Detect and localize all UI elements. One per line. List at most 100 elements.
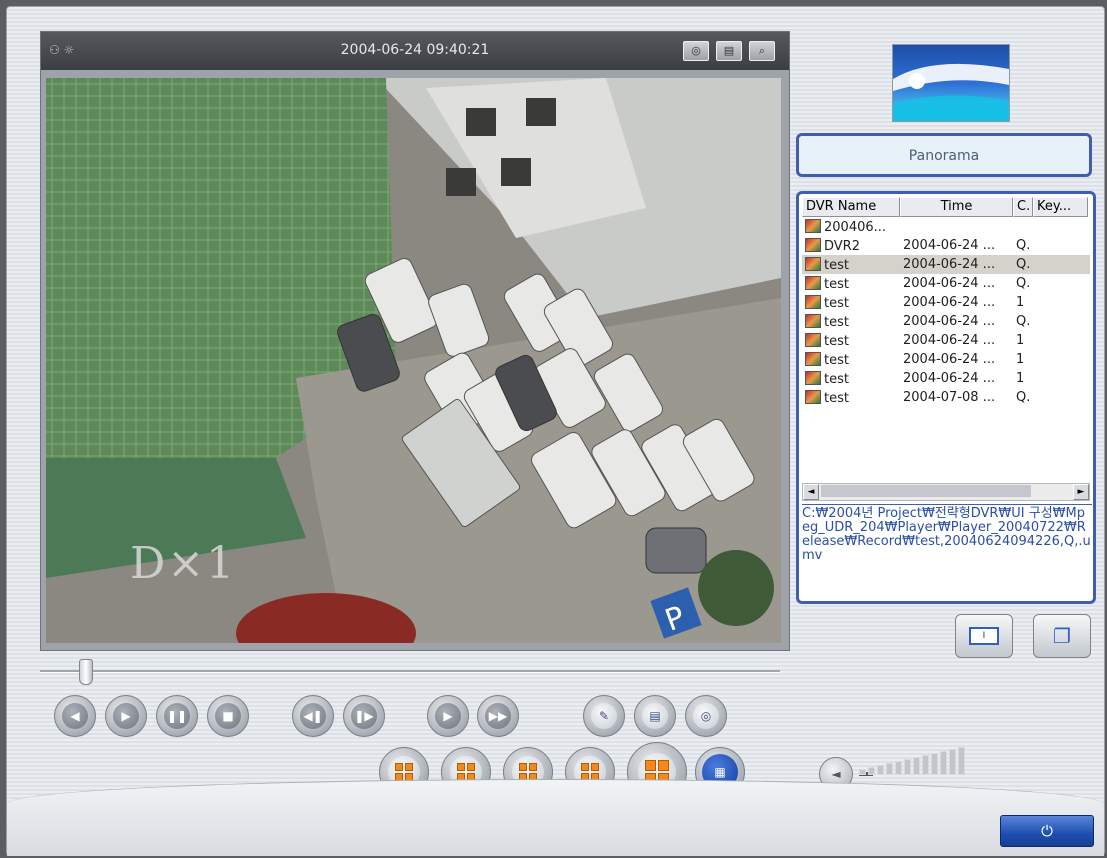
list-item-name: DVR2 <box>802 237 900 254</box>
list-item-name: test <box>802 313 900 330</box>
file-path: C:₩2004년 Project₩전략형DVR₩UI 구성₩Mpeg_UDR_2… <box>802 504 1092 563</box>
video-frame[interactable]: P D×1 <box>46 78 781 643</box>
recording-list[interactable]: DVR Name Time C. Key... 200406... DVR2 200… <box>802 197 1090 497</box>
list-item-channel: Q. <box>1016 390 1031 405</box>
list-item-channel: Q. <box>1016 238 1031 253</box>
list-item-channel: Q. <box>1016 314 1031 329</box>
list-item-channel: 1 <box>1016 333 1025 348</box>
list-item[interactable]: test 2004-06-24 ... Q. <box>802 255 1090 274</box>
logo-graphic <box>893 63 1009 121</box>
list-item-time: 2004-06-24 ... <box>903 238 996 253</box>
list-item-time: 2004-06-24 ... <box>903 257 996 272</box>
list-item[interactable]: test 2004-06-24 ... 1 <box>802 350 1090 369</box>
stop-button[interactable]: ■ <box>207 695 249 737</box>
list-item-name-text: test <box>824 257 849 273</box>
list-item-name: test <box>802 370 900 387</box>
print-button[interactable]: ▤ <box>634 695 676 737</box>
multi-window-button[interactable]: ❐ <box>1033 614 1091 658</box>
slow-play-button[interactable]: ▶ <box>427 695 469 737</box>
list-item-channel: 1 <box>1016 352 1025 367</box>
column-c[interactable]: C. <box>1013 197 1033 217</box>
list-horizontal-scrollbar[interactable]: ◄ ► <box>802 483 1090 501</box>
speaker-icon: ◄ <box>831 767 841 781</box>
recording-icon <box>805 237 821 252</box>
list-item[interactable]: test 2004-06-24 ... Q. <box>802 274 1090 293</box>
list-item[interactable]: test 2004-06-24 ... 1 <box>802 293 1090 312</box>
slow-play-icon: ▶ <box>435 703 461 729</box>
backup-button[interactable]: ✎ <box>583 695 625 737</box>
list-item[interactable]: DVR2 2004-06-24 ... Q. <box>802 236 1090 255</box>
video-title-bar: ⚇ ☼ 2004-06-24 09:40:21 ◎ ▤ ⌕ <box>41 32 789 70</box>
logo <box>892 44 1010 122</box>
fast-play-icon: ▶▶ <box>485 703 511 729</box>
list-item-channel: 1 <box>1016 295 1025 310</box>
split-grid-icon <box>395 763 413 781</box>
seek-thumb[interactable] <box>79 659 93 685</box>
list-item-name-text: test <box>824 352 849 368</box>
stop-icon: ■ <box>215 703 241 729</box>
list-item-name-text: test <box>824 276 849 292</box>
list-item-time: 2004-07-08 ... <box>903 390 996 405</box>
single-view-button[interactable]: I <box>955 614 1013 658</box>
list-item-name: test <box>802 351 900 368</box>
frame-forward-button[interactable]: ❚▶ <box>343 695 385 737</box>
list-item-channel: Q. <box>1016 257 1031 272</box>
list-item-channel: Q. <box>1016 276 1031 291</box>
column-time[interactable]: Time <box>900 197 1013 217</box>
list-item[interactable]: 200406... <box>802 217 1090 236</box>
play-button[interactable]: ▶ <box>105 695 147 737</box>
volume-slider[interactable] <box>859 747 965 775</box>
list-item[interactable]: test 2004-07-08 ... Q. <box>802 388 1090 407</box>
list-item-time: 2004-06-24 ... <box>903 276 996 291</box>
fast-play-button[interactable]: ▶▶ <box>477 695 519 737</box>
power-button[interactable]: ⏻ <box>1000 815 1094 847</box>
rewind-icon: ◀ <box>62 703 88 729</box>
pause-icon: ❚❚ <box>164 703 190 729</box>
list-item-channel: 1 <box>1016 371 1025 386</box>
recording-icon <box>805 351 821 366</box>
list-item-name-text: test <box>824 333 849 349</box>
seek-bar[interactable] <box>40 670 780 673</box>
recording-icon <box>805 313 821 328</box>
panorama-button[interactable]: Panorama <box>796 133 1092 177</box>
list-item-time: 2004-06-24 ... <box>903 333 996 348</box>
list-item[interactable]: test 2004-06-24 ... 1 <box>802 369 1090 388</box>
list-item-name: test <box>802 275 900 292</box>
frame-back-button[interactable]: ◀❚ <box>292 695 334 737</box>
column-dvr-name[interactable]: DVR Name <box>802 197 900 217</box>
rewind-button[interactable]: ◀ <box>54 695 96 737</box>
recording-icon <box>805 275 821 290</box>
video-panel: ⚇ ☼ 2004-06-24 09:40:21 ◎ ▤ ⌕ P D×1 <box>40 31 790 651</box>
snapshot-icon[interactable]: ◎ <box>683 41 709 61</box>
list-item-time: 2004-06-24 ... <box>903 295 996 310</box>
single-view-icon: I <box>969 627 999 645</box>
bottom-panel <box>7 779 1104 856</box>
pause-button[interactable]: ❚❚ <box>156 695 198 737</box>
list-item-name: test <box>802 256 900 273</box>
list-item-time: 2004-06-24 ... <box>903 314 996 329</box>
zoom-icon[interactable]: ⌕ <box>749 41 775 61</box>
scroll-right-icon[interactable]: ► <box>1073 484 1089 500</box>
list-item-name: test <box>802 332 900 349</box>
column-key[interactable]: Key... <box>1033 197 1088 217</box>
list-item[interactable]: test 2004-06-24 ... Q. <box>802 312 1090 331</box>
recording-list-panel: DVR Name Time C. Key... 200406... DVR2 200… <box>796 191 1096 604</box>
list-item-time: 2004-06-24 ... <box>903 371 996 386</box>
capture-button[interactable]: ◎ <box>685 695 727 737</box>
video-timestamp: 2004-06-24 09:40:21 <box>340 42 490 58</box>
print-icon[interactable]: ▤ <box>716 41 742 61</box>
list-item-name-text: 200406... <box>824 219 887 235</box>
recording-icon <box>805 294 821 309</box>
frame-forward-icon: ❚▶ <box>351 703 377 729</box>
camera-icon: ◎ <box>693 703 719 729</box>
play-icon: ▶ <box>113 703 139 729</box>
windows-icon: ❐ <box>1053 624 1071 648</box>
print-icon: ▤ <box>642 703 668 729</box>
scroll-thumb[interactable] <box>821 485 1031 497</box>
list-item-name-text: test <box>824 314 849 330</box>
recording-icon <box>805 389 821 404</box>
list-item[interactable]: test 2004-06-24 ... 1 <box>802 331 1090 350</box>
power-icon: ⏻ <box>1041 822 1053 840</box>
channel-overlay: D×1 <box>130 538 237 589</box>
scroll-left-icon[interactable]: ◄ <box>803 484 819 500</box>
